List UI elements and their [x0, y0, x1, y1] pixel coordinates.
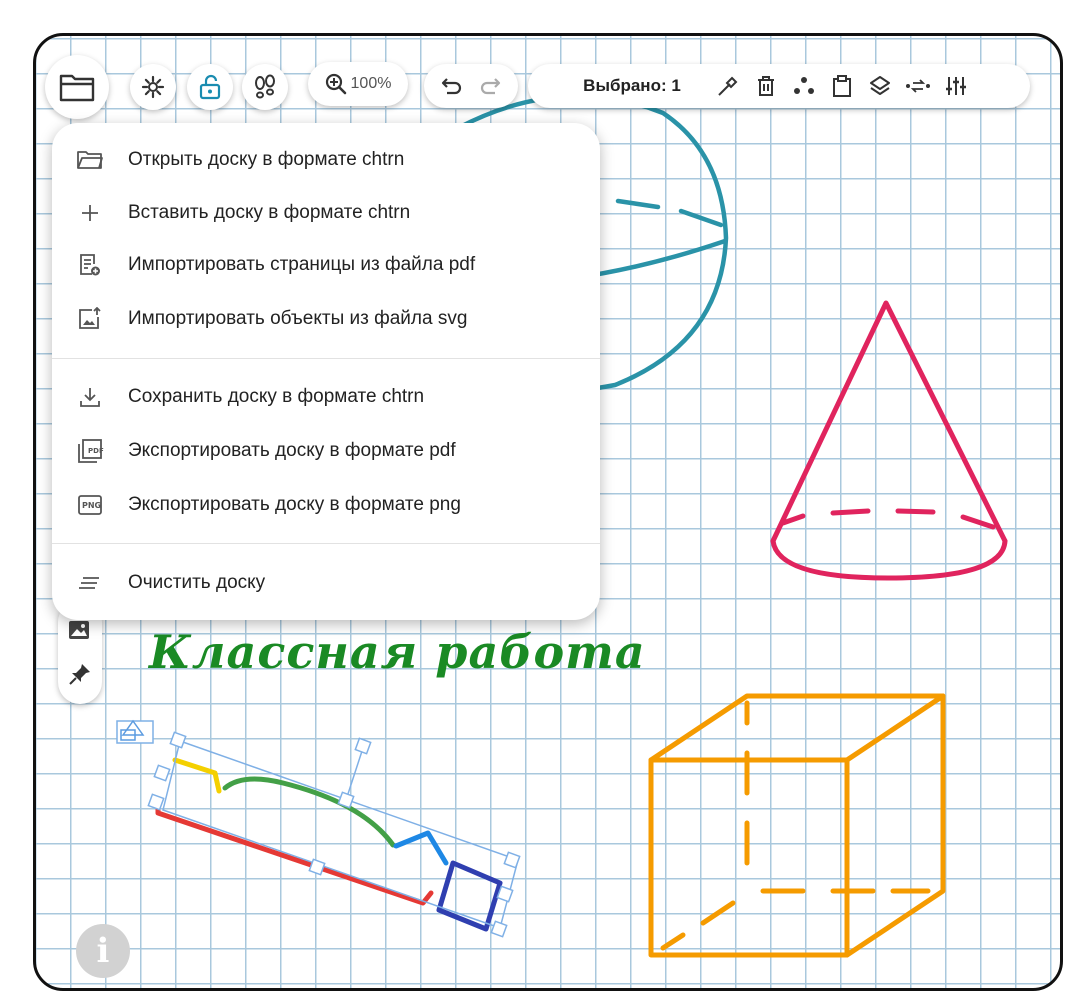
- file-menu: Открыть доску в формате chtrn Вставить д…: [52, 123, 600, 620]
- menu-item-import-svg[interactable]: Импортировать объекты из файла svg: [52, 299, 600, 339]
- info-icon: i: [96, 931, 110, 971]
- redo-icon[interactable]: [473, 69, 507, 103]
- image-upload-icon: [76, 305, 104, 333]
- selection-frame: [116, 719, 519, 929]
- folder-icon: [59, 72, 95, 102]
- sliders-icon[interactable]: [939, 69, 973, 103]
- trash-icon[interactable]: [749, 69, 783, 103]
- menu-item-insert-board[interactable]: Вставить доску в формате chtrn: [52, 193, 600, 233]
- zoom-control[interactable]: 100%: [308, 62, 408, 106]
- pdf-badge: PDF: [88, 447, 104, 455]
- png-badge: PNG: [82, 500, 102, 510]
- selection-count: Выбрано: 1: [583, 76, 681, 95]
- menu-item-open-board[interactable]: Открыть доску в формате chtrn: [52, 140, 600, 180]
- selection-toolbar: Выбрано: 1: [528, 64, 1030, 108]
- menu-item-clear-board[interactable]: Очистить доску: [52, 563, 600, 603]
- pin-icon[interactable]: [68, 662, 92, 686]
- lock-toggle-button[interactable]: [187, 64, 233, 110]
- settings-button[interactable]: [130, 64, 176, 110]
- menu-item-export-png[interactable]: PNG Экспортировать доску в формате png: [52, 485, 600, 525]
- selected-shape-drawing: [155, 757, 503, 932]
- arrow-swap-icon[interactable]: [901, 69, 935, 103]
- footprints-button[interactable]: [242, 64, 288, 110]
- layers-icon[interactable]: [863, 69, 897, 103]
- handwritten-title[interactable]: Классная работа: [149, 625, 646, 679]
- info-button[interactable]: i: [76, 924, 130, 978]
- zoom-level: 100%: [350, 75, 392, 92]
- menu-item-export-pdf[interactable]: PDF Экспортировать доску в формате pdf: [52, 431, 600, 471]
- image-icon[interactable]: [68, 620, 90, 640]
- file-menu-button[interactable]: [45, 55, 109, 119]
- menu-divider: [52, 358, 600, 359]
- unlock-icon: [198, 74, 222, 100]
- cone-drawing: [770, 300, 1008, 581]
- points-icon[interactable]: [787, 69, 821, 103]
- footprints-icon: [252, 74, 278, 100]
- download-icon: [76, 383, 104, 411]
- document-add-icon: [76, 251, 104, 279]
- history-controls: [424, 64, 518, 108]
- zoom-in-icon: [325, 73, 347, 95]
- menu-item-import-pdf-pages[interactable]: Импортировать страницы из файла pdf: [52, 245, 600, 285]
- gear-icon: [141, 75, 165, 99]
- menu-divider: [52, 543, 600, 544]
- undo-icon[interactable]: [435, 69, 469, 103]
- color-picker-icon[interactable]: [711, 69, 745, 103]
- clear-icon: [76, 569, 104, 597]
- selection-handles: [147, 731, 521, 938]
- folder-open-icon: [76, 146, 104, 174]
- menu-item-save-board[interactable]: Сохранить доску в формате chtrn: [52, 377, 600, 417]
- clipboard-icon[interactable]: [825, 69, 859, 103]
- cube-drawing: [648, 693, 946, 958]
- plus-icon: [76, 199, 104, 227]
